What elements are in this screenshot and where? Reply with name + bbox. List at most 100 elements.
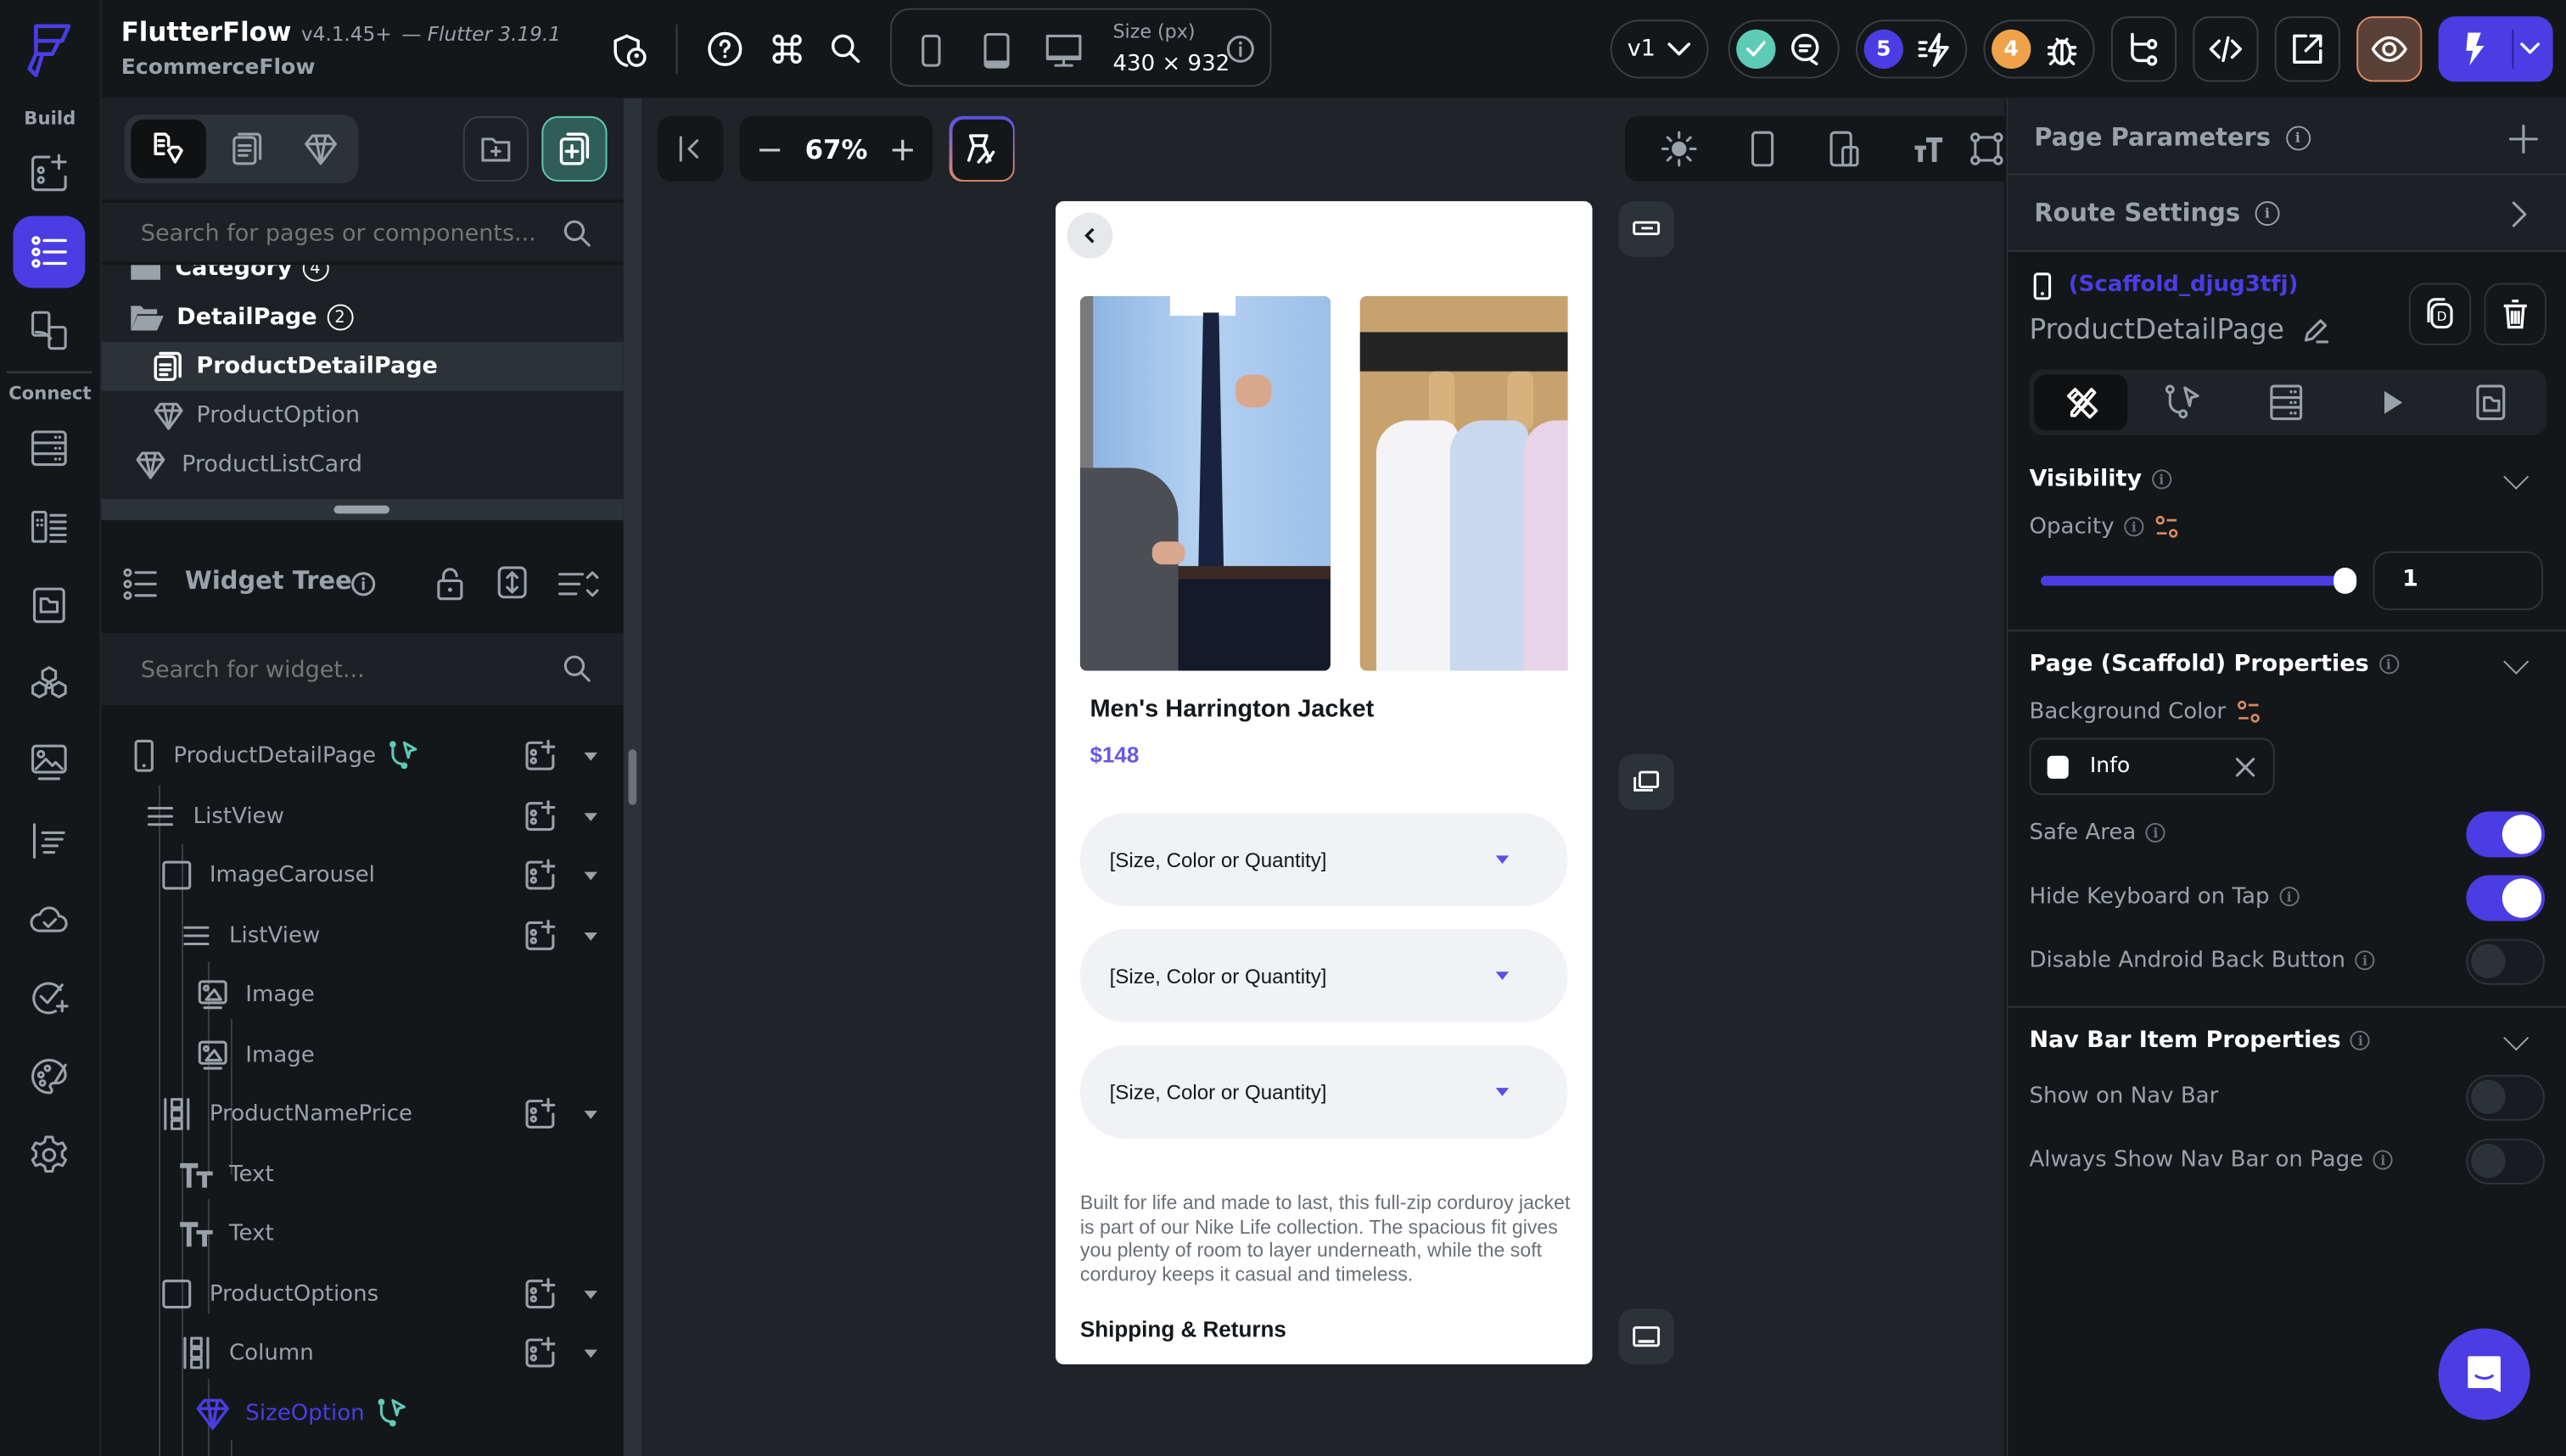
run-button[interactable] xyxy=(2438,16,2553,82)
widget-tree-node[interactable]: ListView xyxy=(102,905,624,964)
desktop-icon[interactable] xyxy=(1044,33,1083,69)
cloud-functions-icon[interactable] xyxy=(13,883,85,955)
phone-icon[interactable] xyxy=(920,34,943,67)
phone-preview-icon[interactable] xyxy=(1750,129,1776,168)
route-settings-header[interactable]: Route Settings i xyxy=(2034,198,2280,227)
variable-binding-icon[interactable] xyxy=(2154,513,2180,540)
backend-query-tab[interactable] xyxy=(2266,383,2305,422)
info-icon[interactable] xyxy=(350,571,377,597)
caret-down-icon[interactable] xyxy=(584,871,597,881)
duplicate-view-button[interactable] xyxy=(1618,753,1674,810)
widget-tree-node[interactable]: SizeOption xyxy=(102,1383,624,1442)
page-item-selected[interactable]: ProductDetailPage xyxy=(101,341,624,391)
component-item[interactable]: ProductListCard xyxy=(102,440,624,490)
app-assets-icon[interactable] xyxy=(13,569,85,641)
tests-icon[interactable] xyxy=(13,962,85,1034)
info-icon[interactable]: i xyxy=(2378,654,2399,675)
comments-button[interactable] xyxy=(1728,20,1840,79)
components-tab[interactable] xyxy=(303,131,339,166)
info-icon[interactable]: i xyxy=(2255,200,2280,226)
text-scale-icon[interactable] xyxy=(1913,132,1947,165)
pages-components-tab[interactable] xyxy=(131,119,207,179)
info-icon[interactable]: i xyxy=(2279,887,2300,907)
back-button[interactable] xyxy=(1067,212,1113,259)
api-calls-icon[interactable] xyxy=(13,805,85,877)
scaffold-section-title[interactable]: Page (Scaffold) Properties i xyxy=(2029,651,2399,677)
folder-item[interactable]: DetailPage 2 xyxy=(102,293,624,342)
widget-tree-node[interactable]: Column xyxy=(102,1324,624,1382)
add-child-widget-icon[interactable] xyxy=(522,917,557,953)
widget-tree-node[interactable]: Text xyxy=(102,1204,624,1263)
command-icon[interactable] xyxy=(769,31,804,67)
page-tree-icon[interactable] xyxy=(13,216,86,288)
scrollbar-thumb[interactable] xyxy=(628,749,637,805)
action-flow-icon[interactable] xyxy=(377,1397,410,1430)
widget-palette-icon[interactable] xyxy=(13,137,85,210)
zoom-in-button[interactable]: + xyxy=(889,129,916,168)
show-on-nav-toggle[interactable] xyxy=(2466,1074,2545,1121)
animations-tab[interactable] xyxy=(2376,386,2409,419)
data-types-icon[interactable] xyxy=(13,412,85,484)
add-page-button[interactable] xyxy=(541,115,608,182)
opacity-slider-thumb[interactable] xyxy=(2333,568,2357,594)
theme-icon[interactable] xyxy=(13,1040,85,1112)
caret-down-icon[interactable] xyxy=(584,752,597,761)
lock-icon[interactable] xyxy=(435,566,465,602)
clear-x-icon[interactable] xyxy=(2235,758,2255,777)
variable-binding-icon[interactable] xyxy=(2236,698,2262,725)
edit-pencil-icon[interactable] xyxy=(2300,316,2330,345)
widget-tree-node[interactable]: ProductOptions xyxy=(102,1263,624,1322)
opacity-input[interactable]: 1 xyxy=(2373,551,2544,611)
visibility-section-title[interactable]: Visibility i xyxy=(2029,467,2171,492)
action-flow-icon[interactable] xyxy=(388,740,421,773)
shield-user-icon[interactable] xyxy=(612,33,647,69)
info-icon[interactable]: i xyxy=(2145,822,2166,843)
expand-vertical-icon[interactable] xyxy=(496,564,529,600)
widget-tree-node[interactable]: ProductNamePrice xyxy=(102,1084,624,1143)
add-parameter-icon[interactable] xyxy=(2507,123,2541,156)
info-icon[interactable] xyxy=(1226,34,1256,64)
opacity-slider[interactable] xyxy=(2040,568,2357,594)
info-icon[interactable]: i xyxy=(2373,1150,2393,1170)
light-mode-icon[interactable] xyxy=(1661,131,1697,167)
add-child-widget-icon[interactable] xyxy=(522,857,557,893)
widget-tree-node[interactable]: Text xyxy=(102,1145,624,1203)
zoom-out-button[interactable]: − xyxy=(756,129,783,168)
caret-down-icon[interactable] xyxy=(584,1349,597,1358)
bottom-bar-toggle-button[interactable] xyxy=(1618,1308,1674,1365)
resize-handle[interactable] xyxy=(333,505,390,514)
actions-tab[interactable] xyxy=(2164,383,2203,422)
hide-keyboard-toggle[interactable] xyxy=(2466,875,2545,921)
code-button[interactable] xyxy=(2193,16,2259,82)
preview-button[interactable] xyxy=(2356,16,2423,82)
help-icon[interactable] xyxy=(707,31,742,67)
add-child-widget-icon[interactable] xyxy=(522,1096,557,1132)
collapse-panel-button[interactable] xyxy=(658,115,724,182)
safe-area-toggle[interactable] xyxy=(2466,811,2545,858)
open-external-button[interactable] xyxy=(2274,16,2340,82)
tablet-icon[interactable] xyxy=(982,32,1011,69)
flash-button[interactable]: 5 xyxy=(1856,20,1968,79)
add-child-widget-icon[interactable] xyxy=(522,1335,557,1370)
panel-resize-bar[interactable] xyxy=(101,499,624,521)
add-child-widget-icon[interactable] xyxy=(522,1275,557,1311)
caret-down-icon[interactable] xyxy=(584,1111,597,1119)
info-icon[interactable]: i xyxy=(2355,950,2375,971)
project-name[interactable]: EcommerceFlow xyxy=(121,56,316,81)
add-folder-button[interactable] xyxy=(462,115,529,182)
design-mode-button[interactable] xyxy=(949,115,1015,182)
search-icon[interactable] xyxy=(562,217,595,250)
flutterflow-logo-icon[interactable] xyxy=(23,20,79,78)
storyboard-icon[interactable] xyxy=(13,294,85,367)
folder-item[interactable]: Category 4 xyxy=(102,265,624,293)
branch-button[interactable] xyxy=(2110,16,2177,82)
caret-down-icon[interactable] xyxy=(584,1290,597,1298)
search-icon[interactable] xyxy=(828,31,864,67)
widget-tree-node[interactable]: Image xyxy=(102,1025,624,1084)
info-icon[interactable]: i xyxy=(2151,469,2171,490)
add-child-widget-icon[interactable] xyxy=(522,738,557,774)
background-color-picker[interactable]: Info xyxy=(2029,737,2275,796)
media-assets-icon[interactable] xyxy=(13,726,85,798)
widget-tree-node[interactable]: ListView xyxy=(102,786,624,844)
responsive-icon[interactable] xyxy=(1828,129,1861,168)
